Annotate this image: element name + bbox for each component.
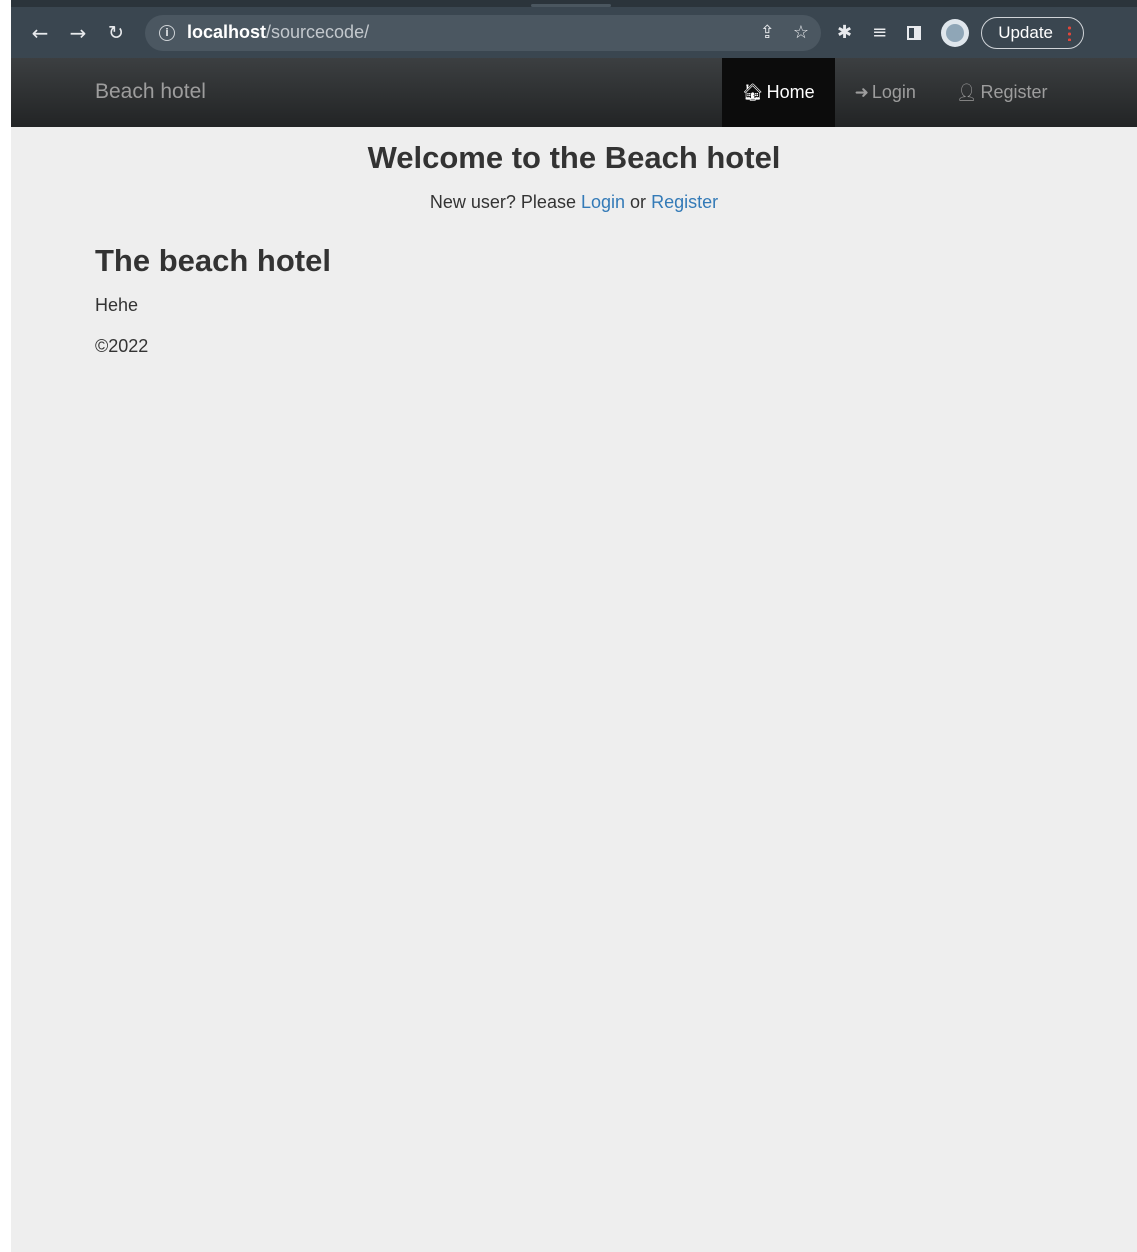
browser-toolbar: ← → ↻ i localhost/sourcecode/ ⇪ ☆ ✱ ≡ Up… xyxy=(11,7,1137,58)
star-icon[interactable]: ☆ xyxy=(793,22,809,43)
section-title: The beach hotel xyxy=(95,243,331,278)
info-icon[interactable]: i xyxy=(159,24,175,41)
media-queue-icon[interactable]: ≡ xyxy=(872,22,887,43)
update-button[interactable]: Update xyxy=(981,16,1085,49)
copyright-footer: ©2022 xyxy=(95,336,149,356)
page-content: Welcome to the Beach hotel New user? Ple… xyxy=(11,127,1137,1252)
nav-item-home[interactable]: 🏠︎ Home xyxy=(722,58,835,127)
address-bar[interactable]: i localhost/sourcecode/ ⇪ ☆ xyxy=(145,14,821,51)
share-icon[interactable]: ⇪ xyxy=(760,22,775,43)
login-icon: ➜ xyxy=(854,82,869,103)
nav-item-login[interactable]: ➜ Login xyxy=(835,58,936,127)
extensions-icon[interactable]: ✱ xyxy=(837,22,852,43)
back-arrow-icon[interactable]: ← xyxy=(25,18,55,48)
user-icon: 👤︎ xyxy=(955,82,978,103)
site-navbar: Beach hotel 🏠︎ Home ➜ Login 👤︎ Register xyxy=(11,58,1137,127)
lead-text: New user? Please Login or Register xyxy=(429,192,719,212)
reload-icon[interactable]: ↻ xyxy=(101,18,131,48)
login-link[interactable]: Login xyxy=(581,192,625,212)
brand-link[interactable]: Beach hotel xyxy=(95,80,206,104)
section-paragraph: Hehe xyxy=(95,295,139,315)
profile-avatar[interactable] xyxy=(941,18,970,47)
home-icon: 🏠︎ xyxy=(742,82,764,103)
forward-arrow-icon[interactable]: → xyxy=(63,18,93,48)
nav-menu: 🏠︎ Home ➜ Login 👤︎ Register xyxy=(722,58,1068,127)
page-title: Welcome to the Beach hotel xyxy=(367,140,781,175)
kebab-menu-icon[interactable] xyxy=(1068,24,1072,41)
url-text[interactable]: localhost/sourcecode/ xyxy=(187,22,369,43)
nav-item-register[interactable]: 👤︎ Register xyxy=(936,58,1068,127)
window-edge xyxy=(0,0,11,1252)
register-link[interactable]: Register xyxy=(651,192,718,212)
side-panel-icon[interactable] xyxy=(907,25,922,40)
tab-strip xyxy=(11,0,1137,7)
